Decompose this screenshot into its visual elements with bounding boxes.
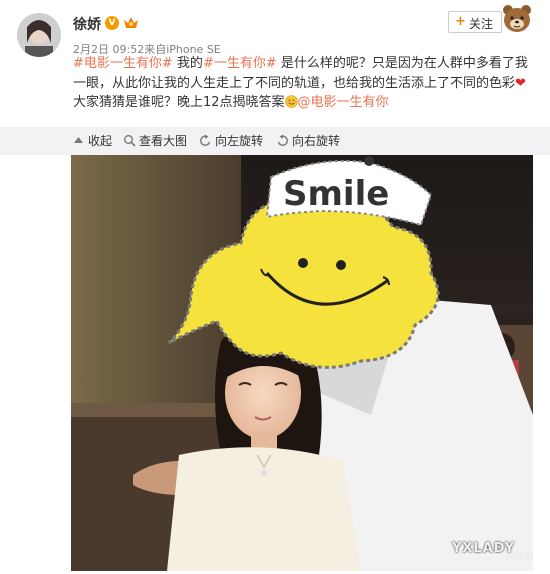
hashtag-link[interactable]: #电影一生有你# <box>73 56 173 71</box>
view-large-button[interactable]: 查看大图 <box>123 133 187 149</box>
view-large-label: 查看大图 <box>139 134 188 148</box>
post-text-segment: 大家猜猜是谁呢？晚上12点揭晓答案 <box>73 95 285 110</box>
rotate-right-label: 向右旋转 <box>292 134 341 148</box>
heart-emoji-icon: ❤ <box>515 75 526 91</box>
follow-label: 关注 <box>469 17 494 31</box>
post-header: 徐娇 V 2月2日 09:52来自iPhone SE + 关注 <box>0 0 550 62</box>
magnifier-icon <box>124 135 136 147</box>
rotate-left-button[interactable]: 向左旋转 <box>199 133 263 149</box>
sticker-text: Smile <box>283 174 389 214</box>
rotate-left-icon <box>200 134 211 146</box>
photo-image: Smile <box>71 155 533 571</box>
follow-button[interactable]: + 关注 <box>448 11 502 33</box>
watermark-user: @徐娇 <box>506 552 534 562</box>
post-text-segment: 我的 <box>172 56 203 71</box>
avatar-image <box>17 13 61 57</box>
bear-mascot-icon <box>500 2 534 38</box>
rotate-right-button[interactable]: 向右旋转 <box>276 133 340 149</box>
image-toolbar: 收起 查看大图 向左旋转 向右旋转 <box>0 127 550 155</box>
username[interactable]: 徐娇 <box>73 14 101 34</box>
post-text: #电影一生有你# 我的#一生有你# 是什么样的呢？只是因为在人群中多看了我一眼，… <box>73 54 535 113</box>
collapse-label: 收起 <box>88 134 113 148</box>
rotate-left-label: 向左旋转 <box>215 134 264 148</box>
member-crown-icon <box>123 15 139 30</box>
verified-badge-icon: V <box>105 16 119 30</box>
post-photo[interactable]: Smile <box>71 155 533 571</box>
avatar[interactable] <box>17 13 61 57</box>
mention-link[interactable]: @电影一生有你 <box>298 95 389 110</box>
smile-emoji-icon <box>284 95 298 108</box>
rotate-right-icon <box>277 134 288 146</box>
collapse-button[interactable]: 收起 <box>72 133 112 149</box>
plus-icon: + <box>455 14 466 29</box>
collapse-arrow-icon <box>74 137 83 143</box>
hashtag-link[interactable]: #一生有你# <box>203 56 277 71</box>
